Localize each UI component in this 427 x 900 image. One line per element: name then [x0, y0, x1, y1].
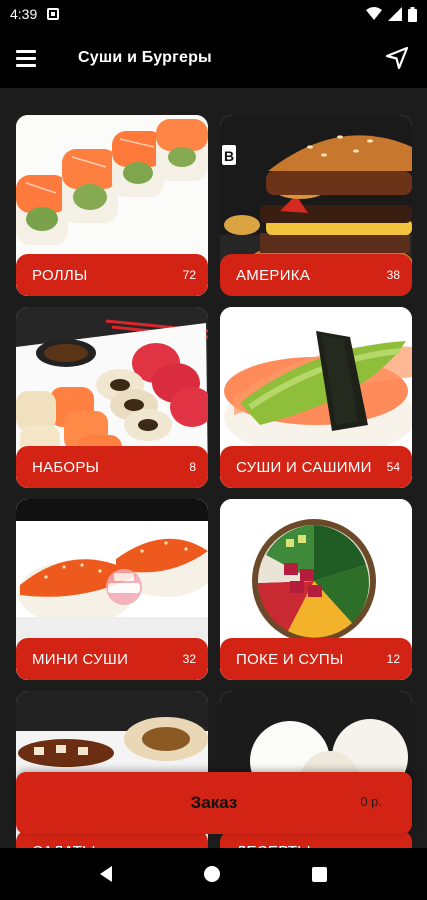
category-count: 38: [386, 268, 400, 282]
recents-icon[interactable]: [312, 866, 327, 882]
home-icon[interactable]: [204, 866, 220, 882]
battery-icon: [408, 6, 417, 22]
category-label: СУШИ И САШИМИ: [236, 458, 372, 476]
wifi-icon: [366, 7, 382, 20]
app-bar: Суши и Бургеры: [0, 28, 427, 88]
status-bar: 4:39: [0, 0, 427, 28]
category-footer: ПОКЕ И СУПЫ 12: [220, 638, 412, 680]
category-count: 32: [182, 652, 196, 666]
order-label: Заказ: [190, 793, 238, 812]
back-icon[interactable]: [100, 866, 112, 882]
category-footer: РОЛЛЫ 72: [16, 254, 208, 296]
category-footer: СУШИ И САШИМИ 54: [220, 446, 412, 488]
app-title: Суши и Бургеры: [78, 49, 212, 66]
notification-icon: [47, 8, 60, 20]
system-nav-bar: [0, 848, 427, 900]
order-amount: 0 р.: [360, 794, 382, 809]
category-card-rolls[interactable]: РОЛЛЫ 72: [16, 115, 208, 296]
category-footer: АМЕРИКА 38: [220, 254, 412, 296]
category-label: МИНИ СУШИ: [32, 650, 129, 668]
cell-signal-icon: [388, 7, 402, 21]
category-count: 54: [386, 460, 400, 474]
status-time: 4:39: [10, 6, 38, 22]
order-button[interactable]: Заказ 0 р.: [16, 772, 412, 834]
category-count: 12: [386, 652, 400, 666]
category-card-sets[interactable]: НАБОРЫ 8: [16, 307, 208, 488]
category-count: 72: [182, 268, 196, 282]
svg-text:B: B: [224, 148, 234, 164]
category-label: РОЛЛЫ: [32, 266, 88, 284]
category-count: 8: [189, 460, 196, 474]
category-label: ПОКЕ И СУПЫ: [236, 650, 344, 668]
category-label: НАБОРЫ: [32, 458, 100, 476]
category-grid: РОЛЛЫ 72 B АМЕРИКА 38 НАБОРЫ 8 СУШИ И СА…: [16, 115, 412, 875]
category-label: АМЕРИКА: [236, 266, 311, 284]
menu-icon[interactable]: [16, 45, 42, 71]
category-footer: МИНИ СУШИ 32: [16, 638, 208, 680]
location-arrow-icon[interactable]: [383, 44, 411, 72]
category-card-america[interactable]: B АМЕРИКА 38: [220, 115, 412, 296]
category-footer: НАБОРЫ 8: [16, 446, 208, 488]
category-card-mini-sushi[interactable]: МИНИ СУШИ 32: [16, 499, 208, 680]
category-card-sushi-sashimi[interactable]: СУШИ И САШИМИ 54: [220, 307, 412, 488]
category-card-poke-soups[interactable]: ПОКЕ И СУПЫ 12: [220, 499, 412, 680]
